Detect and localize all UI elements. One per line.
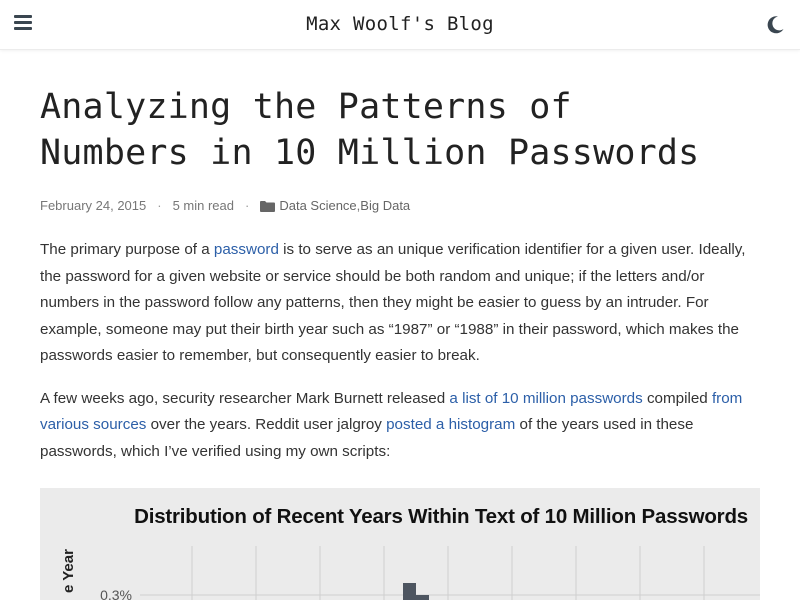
category-link-data-science[interactable]: Data Science [279, 198, 356, 213]
histogram-bar [416, 595, 429, 600]
chart-y-axis-label: e Year [60, 549, 77, 593]
password-link[interactable]: password [214, 241, 279, 258]
paragraph-text: over the years. Reddit user jalgroy [146, 416, 387, 433]
paragraph-text: A few weeks ago, security researcher Mar… [40, 389, 450, 407]
top-navigation-bar: Max Woolf's Blog [0, 0, 800, 50]
post-date: February 24, 2015 [40, 198, 147, 213]
site-title[interactable]: Max Woolf's Blog [0, 13, 800, 35]
histogram-chart: 0.3% Distribution of Recent Years Within… [40, 488, 760, 600]
password-list-link[interactable]: a list of 10 million passwords [449, 390, 642, 407]
read-time: 5 min read [172, 198, 234, 213]
paragraph-text: compiled [642, 389, 712, 407]
histogram-link[interactable]: posted a histogram [386, 416, 515, 433]
histogram-bar [403, 583, 416, 600]
post-meta: February 24, 2015 · 5 min read · Data Sc… [40, 198, 760, 213]
meta-separator: · [245, 198, 250, 213]
meta-separator: · [157, 198, 162, 213]
post-title: Analyzing the Patterns of Numbers in 10 … [40, 84, 760, 176]
article: Analyzing the Patterns of Numbers in 10 … [40, 84, 760, 600]
intro-paragraph: The primary purpose of a password is to … [40, 237, 760, 370]
paragraph-text: is to serve as an unique verification id… [40, 241, 746, 364]
folder-icon [260, 200, 276, 212]
paragraph-text: The primary purpose of a [40, 241, 214, 258]
category-link-big-data[interactable]: Big Data [360, 198, 410, 213]
chart-title: Distribution of Recent Years Within Text… [134, 505, 748, 528]
moon-icon[interactable] [764, 14, 786, 36]
post-title-line-2: Numbers in 10 Million Passwords [40, 133, 700, 173]
chart-y-tick-label: 0.3% [100, 587, 132, 600]
post-title-line-1: Analyzing the Patterns of [40, 87, 572, 127]
second-paragraph: A few weeks ago, security researcher Mar… [40, 386, 760, 466]
